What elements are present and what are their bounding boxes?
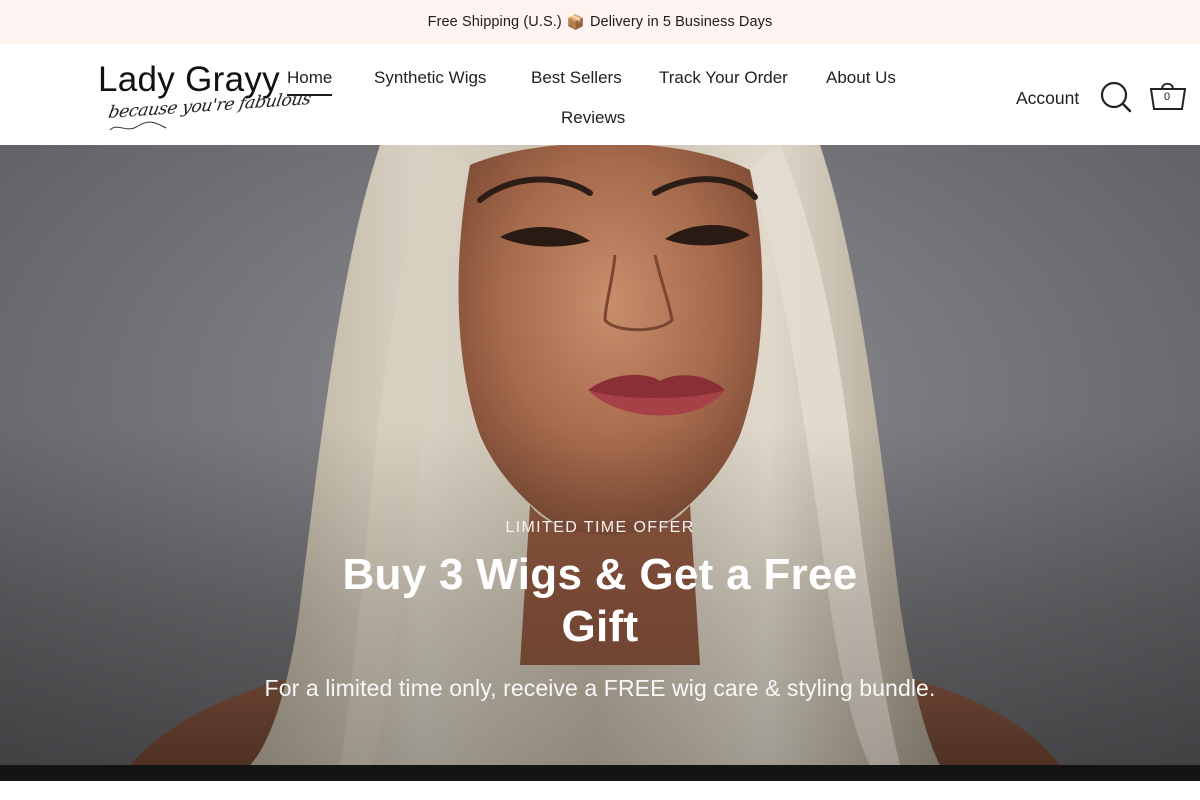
- hero-content: LIMITED TIME OFFER Buy 3 Wigs & Get a Fr…: [200, 519, 1000, 702]
- nav-item-synthetic-wigs[interactable]: Synthetic Wigs: [374, 66, 486, 90]
- nav-item-best-sellers[interactable]: Best Sellers: [531, 66, 622, 90]
- logo-wordmark: Lady Grayy: [98, 60, 280, 99]
- nav-item-track-your-order[interactable]: Track Your Order: [659, 66, 788, 90]
- hero-eyebrow: LIMITED TIME OFFER: [505, 519, 695, 536]
- announcement-text-shipping: Free Shipping (U.S.): [427, 14, 562, 30]
- hero-subtitle: For a limited time only, receive a FREE …: [264, 675, 936, 701]
- package-icon: 📦: [566, 14, 585, 31]
- search-button[interactable]: [1099, 80, 1133, 114]
- site-header: Lady Grayy because you're fabulous Home …: [0, 44, 1200, 145]
- site-logo[interactable]: Lady Grayy because you're fabulous: [98, 60, 312, 132]
- cart-count-badge: 0: [1163, 91, 1171, 103]
- account-link[interactable]: Account: [1016, 86, 1079, 110]
- nav-item-about-us[interactable]: About Us: [826, 66, 896, 90]
- hero-bottom-strip: [0, 765, 1200, 781]
- nav-item-reviews[interactable]: Reviews: [561, 106, 625, 130]
- hero-banner[interactable]: LIMITED TIME OFFER Buy 3 Wigs & Get a Fr…: [0, 145, 1200, 765]
- logo-swash-decoration: [109, 121, 167, 131]
- nav-item-home[interactable]: Home: [287, 66, 333, 96]
- cart-button[interactable]: 0: [1148, 76, 1188, 116]
- hero-title: Buy 3 Wigs & Get a Free Gift: [342, 550, 858, 651]
- announcement-bar: Free Shipping (U.S.) 📦 Delivery in 5 Bus…: [0, 0, 1200, 44]
- search-icon: [1100, 81, 1132, 113]
- announcement-text-delivery: Delivery in 5 Business Days: [589, 14, 773, 30]
